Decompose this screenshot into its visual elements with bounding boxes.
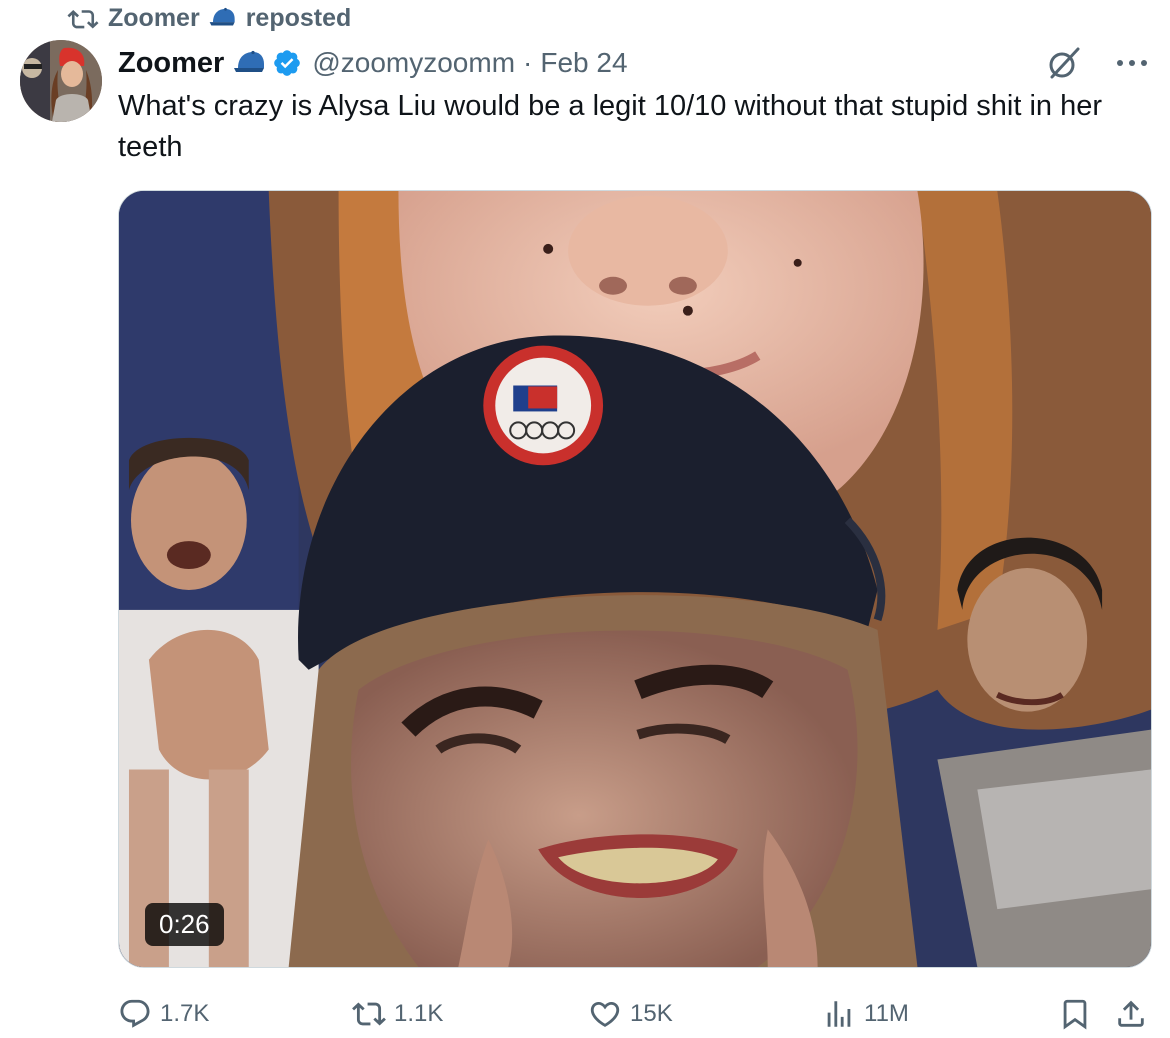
reply-icon <box>120 999 150 1028</box>
more-options-icon[interactable] <box>1114 55 1150 71</box>
video-duration: 0:26 <box>145 903 224 946</box>
baseball-cap-icon <box>209 7 235 26</box>
reposter-name[interactable]: Zoomer <box>108 4 200 33</box>
author-meta: @zoomyzoomm · Feb 24 <box>312 47 627 79</box>
bookmark-button[interactable] <box>1058 993 1092 1035</box>
tweet-page: Zoomer reposted Zoomer @zoomyzoomm · Feb… <box>0 0 1170 1038</box>
avatar[interactable] <box>20 40 102 122</box>
like-count: 15K <box>630 1000 673 1027</box>
baseball-cap-icon <box>234 50 265 72</box>
share-button[interactable] <box>1114 993 1148 1035</box>
repost-icon <box>352 1002 386 1026</box>
grok-icon[interactable] <box>1044 43 1084 83</box>
repost-count: 1.1K <box>394 1000 444 1027</box>
repost-context[interactable]: Zoomer reposted <box>66 2 351 34</box>
analytics-icon <box>827 1001 851 1027</box>
tweet-header: Zoomer @zoomyzoomm · Feb 24 <box>118 42 1150 84</box>
view-count: 11M <box>864 1000 909 1027</box>
reply-button[interactable]: 1.7K <box>118 993 209 1035</box>
header-actions <box>1044 43 1150 83</box>
heart-icon <box>590 1001 620 1027</box>
share-icon <box>1118 1000 1144 1027</box>
reply-count: 1.7K <box>160 1000 210 1027</box>
repost-button[interactable]: 1.1K <box>352 993 443 1035</box>
repost-icon <box>67 10 99 29</box>
video-player[interactable]: 0:26 <box>118 190 1152 968</box>
author-handle[interactable]: @zoomyzoomm <box>312 47 515 78</box>
tweet-date[interactable]: Feb 24 <box>540 47 627 78</box>
repost-suffix: reposted <box>245 3 352 32</box>
meta-separator: · <box>523 47 533 78</box>
video-thumbnail <box>119 191 1151 967</box>
tweet-actions: 1.7K 1.1K 15K 11M <box>118 993 1154 1035</box>
like-button[interactable]: 15K <box>588 993 673 1035</box>
author-display-name[interactable]: Zoomer <box>118 47 224 80</box>
bookmark-icon <box>1063 999 1087 1030</box>
verified-badge-icon[interactable] <box>272 48 302 78</box>
views-button[interactable]: 11M <box>822 993 909 1035</box>
tweet-text: What's crazy is Alysa Liu would be a leg… <box>118 90 1103 163</box>
